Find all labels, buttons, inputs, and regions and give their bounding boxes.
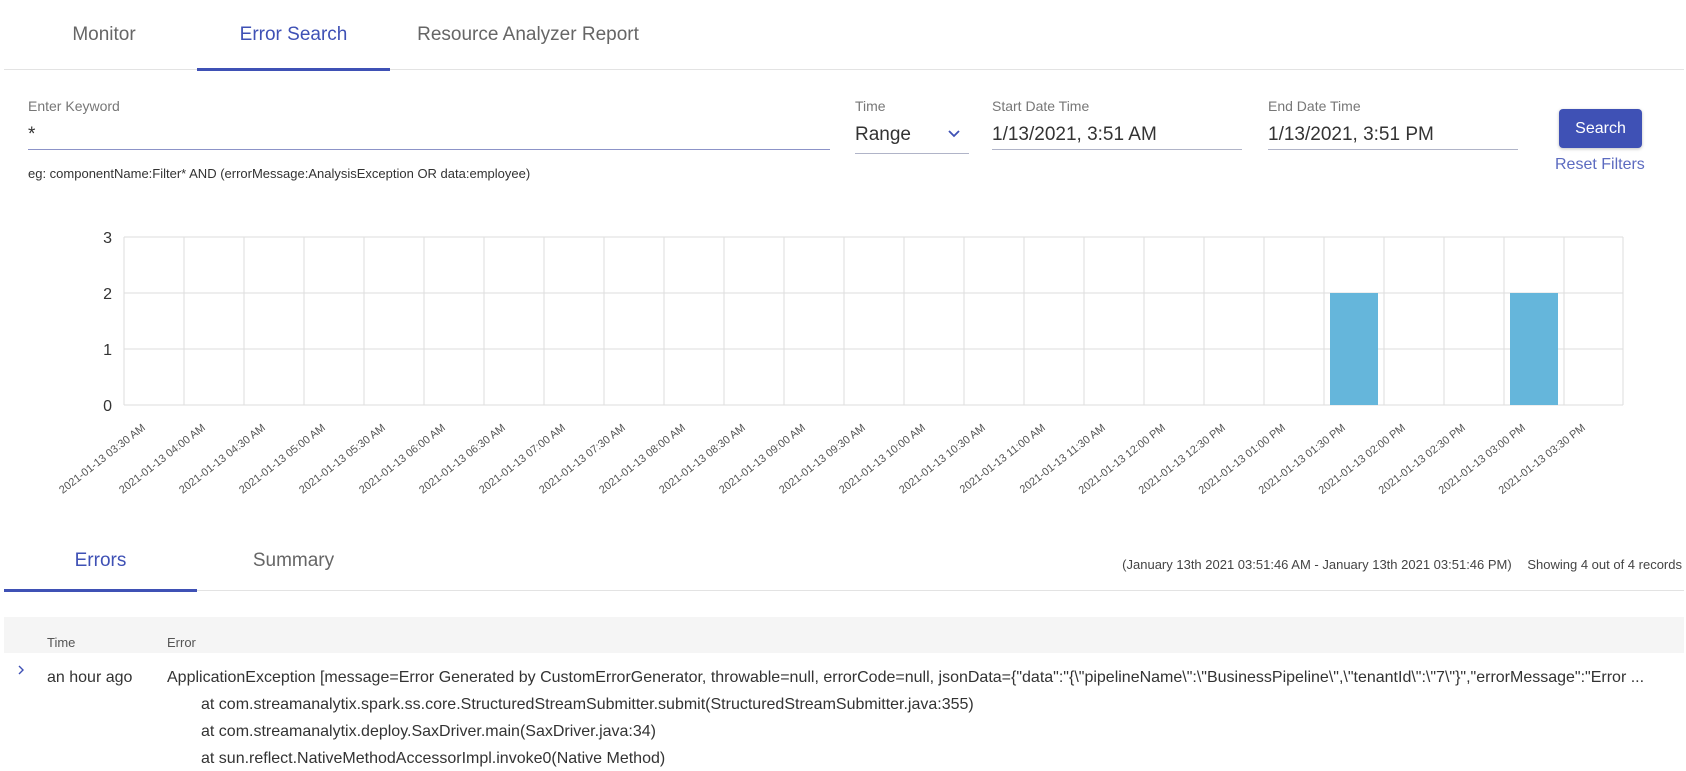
y-tick-label: 2 bbox=[103, 286, 112, 303]
search-hint: eg: componentName:Filter* AND (errorMess… bbox=[28, 166, 531, 181]
tab-resource-analyzer-report[interactable]: Resource Analyzer Report bbox=[404, 0, 652, 70]
y-tick-label: 3 bbox=[103, 230, 112, 247]
chevron-down-icon bbox=[948, 130, 960, 138]
row-time: an hour ago bbox=[47, 669, 133, 686]
keyword-label: Enter Keyword bbox=[28, 98, 120, 114]
column-header-error[interactable]: Error bbox=[167, 635, 196, 650]
y-tick-label: 1 bbox=[103, 342, 112, 359]
y-tick-label: 0 bbox=[103, 398, 112, 415]
reset-filters-link[interactable]: Reset Filters bbox=[1555, 156, 1645, 174]
error-histogram-chart: 01232021-01-13 03:30 AM2021-01-13 04:00 … bbox=[57, 230, 1624, 497]
time-select-value: Range bbox=[855, 123, 911, 145]
tab-summary[interactable]: Summary bbox=[197, 530, 390, 591]
chevron-right-icon[interactable] bbox=[14, 663, 28, 677]
table-row[interactable]: an hour ago ApplicationException [messag… bbox=[4, 653, 1684, 771]
start-date-label: Start Date Time bbox=[992, 98, 1090, 114]
start-date-input[interactable] bbox=[992, 120, 1242, 150]
stack-trace-line: at com.streamanalytix.spark.ss.core.Stru… bbox=[201, 696, 974, 713]
tab-monitor[interactable]: Monitor bbox=[22, 0, 186, 70]
top-tab-bar: Monitor Error Search Resource Analyzer R… bbox=[4, 0, 1684, 71]
result-range-info: (January 13th 2021 03:51:46 AM - January… bbox=[1122, 557, 1682, 572]
records-count-text: Showing 4 out of 4 records bbox=[1527, 557, 1682, 572]
table-header: Time Error bbox=[4, 617, 1684, 653]
stack-trace-line: at sun.reflect.NativeMethodAccessorImpl.… bbox=[201, 750, 666, 767]
search-button[interactable]: Search bbox=[1559, 109, 1642, 148]
time-select[interactable]: Range bbox=[855, 116, 969, 154]
date-range-text: (January 13th 2021 03:51:46 AM - January… bbox=[1122, 557, 1512, 572]
row-error: ApplicationException [message=Error Gene… bbox=[167, 669, 1677, 771]
column-header-time[interactable]: Time bbox=[47, 635, 75, 650]
time-label: Time bbox=[855, 98, 886, 114]
error-message: ApplicationException [message=Error Gene… bbox=[167, 669, 1645, 686]
tab-errors[interactable]: Errors bbox=[4, 530, 197, 592]
end-date-label: End Date Time bbox=[1268, 98, 1361, 114]
tab-error-search[interactable]: Error Search bbox=[197, 0, 390, 71]
stack-trace-line: at com.streamanalytix.deploy.SaxDriver.m… bbox=[201, 723, 656, 740]
bar bbox=[1510, 293, 1558, 405]
end-date-input[interactable] bbox=[1268, 120, 1518, 150]
keyword-input[interactable] bbox=[28, 120, 830, 150]
bar bbox=[1330, 293, 1378, 405]
